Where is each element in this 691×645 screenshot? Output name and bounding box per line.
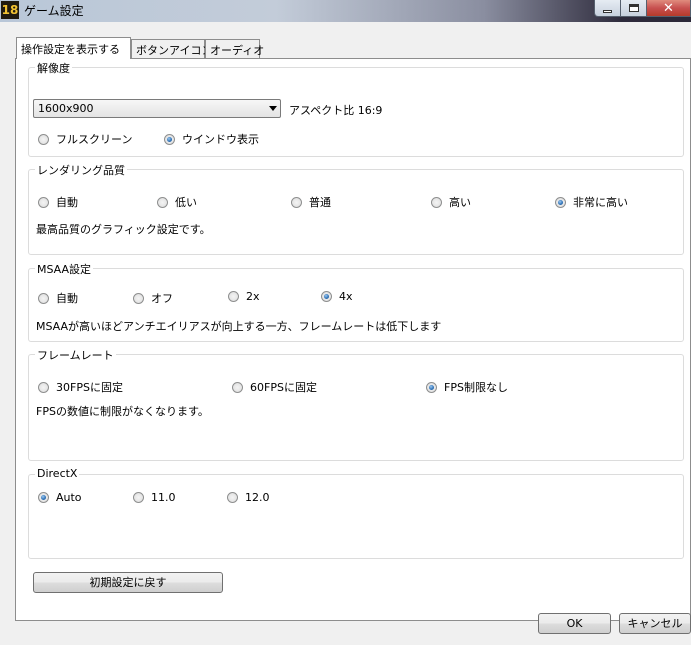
windowed-radio[interactable]: ウインドウ表示 [164,131,259,147]
msaa-auto-label: 自動 [56,292,78,305]
msaa-title: MSAA設定 [35,261,94,277]
msaa-2x-radio[interactable]: 2x [228,290,260,303]
fps-unlimited-label: FPS制限なし [444,381,508,394]
directx-12-label: 12.0 [245,491,270,504]
rendering-high-radio[interactable]: 高い [431,194,471,210]
aspect-ratio-label: アスペクト比 16:9 [289,104,383,117]
resolution-title: 解像度 [35,60,72,76]
msaa-auto-radio[interactable]: 自動 [38,290,78,306]
fps-60-label: 60FPSに固定 [250,381,317,394]
msaa-4x-radio[interactable]: 4x [321,290,353,303]
radio-indicator [232,381,243,393]
tab-button-icons[interactable]: ボタンアイコン [131,39,212,59]
close-button[interactable]: ✕ [647,0,691,17]
framerate-title: フレームレート [35,347,116,363]
reset-defaults-button[interactable]: 初期設定に戻す [33,572,223,593]
radio-indicator [157,196,168,208]
fps-unlimited-radio[interactable]: FPS制限なし [426,379,508,395]
radio-indicator [426,381,437,393]
windowed-label: ウインドウ表示 [182,133,259,146]
rendering-very-high-radio[interactable]: 非常に高い [555,194,628,210]
chevron-down-icon [269,106,277,111]
msaa-group: MSAA設定 自動 オフ 2x 4x MSAAが高いほどアンチエイリアスが向上す… [28,261,684,342]
rendering-very-high-label: 非常に高い [573,196,628,209]
rendering-auto-radio[interactable]: 自動 [38,194,78,210]
msaa-2x-label: 2x [246,290,260,303]
fps-60-radio[interactable]: 60FPSに固定 [232,379,317,395]
resolution-group: 解像度 1600x900 アスペクト比 16:9 フルスクリーン ウインドウ表示 [28,60,684,157]
radio-indicator [164,133,175,145]
rendering-description: 最高品質のグラフィック設定です。 [36,223,211,236]
fullscreen-label: フルスクリーン [56,133,133,146]
directx-11-radio[interactable]: 11.0 [133,491,176,504]
radio-indicator [321,291,332,302]
resolution-selected: 1600x900 [38,102,94,115]
framerate-group: フレームレート 30FPSに固定 60FPSに固定 FPS制限なし FPSの数値… [28,347,684,461]
rendering-low-label: 低い [175,196,197,209]
directx-title: DirectX [35,467,80,480]
window-controls: ✕ [594,0,691,18]
title-bar[interactable]: 18 ゲーム設定 ✕ [0,0,691,22]
radio-indicator [228,291,239,302]
tab-audio[interactable]: オーディオ [205,39,264,59]
radio-indicator [291,196,302,208]
framerate-description: FPSの数値に制限がなくなります。 [36,405,209,418]
rendering-high-label: 高い [449,196,471,209]
msaa-off-radio[interactable]: オフ [133,290,173,306]
directx-auto-label: Auto [56,491,82,504]
cancel-button[interactable]: キャンセル [619,613,691,634]
directx-12-radio[interactable]: 12.0 [227,491,270,504]
maximize-icon [628,4,639,12]
radio-indicator [38,381,49,393]
fullscreen-radio[interactable]: フルスクリーン [38,131,132,147]
close-icon: ✕ [663,0,674,16]
rendering-title: レンダリング品質 [35,162,127,178]
ok-button[interactable]: OK [538,613,611,634]
radio-indicator [133,492,144,503]
resolution-dropdown[interactable]: 1600x900 [33,99,281,118]
radio-indicator [133,292,144,304]
directx-auto-radio[interactable]: Auto [38,491,82,504]
radio-indicator [227,492,238,503]
rendering-group: レンダリング品質 自動 低い 普通 高い 非常に高い 最高品質のグラフィック設定… [28,162,684,255]
radio-indicator [38,292,49,304]
dialog-client: 操作設定を表示する ボタンアイコン オーディオ 解像度 1600x900 アスペ… [0,22,691,645]
window-title: ゲーム設定 [24,4,84,18]
radio-indicator [431,196,442,208]
rendering-low-radio[interactable]: 低い [157,194,197,210]
msaa-off-label: オフ [151,292,173,305]
directx-group: DirectX Auto 11.0 12.0 [28,467,684,559]
maximize-button[interactable] [621,0,647,17]
fps-30-radio[interactable]: 30FPSに固定 [38,379,123,395]
radio-indicator [555,196,566,208]
fps-30-label: 30FPSに固定 [56,381,123,394]
msaa-description: MSAAが高いほどアンチエイリアスが向上する一方、フレームレートは低下します [36,320,442,333]
radio-indicator [38,492,49,503]
app-icon: 18 [1,1,19,19]
rendering-auto-label: 自動 [56,196,78,209]
tab-panel: 解像度 1600x900 アスペクト比 16:9 フルスクリーン ウインドウ表示… [15,58,691,621]
minimize-button[interactable] [594,0,621,17]
rendering-normal-radio[interactable]: 普通 [291,194,331,210]
tab-controls[interactable]: 操作設定を表示する [16,37,131,59]
radio-indicator [38,196,49,208]
msaa-4x-label: 4x [339,290,353,303]
rendering-normal-label: 普通 [309,196,331,209]
radio-indicator [38,133,49,145]
directx-11-label: 11.0 [151,491,176,504]
minimize-icon [603,9,612,13]
